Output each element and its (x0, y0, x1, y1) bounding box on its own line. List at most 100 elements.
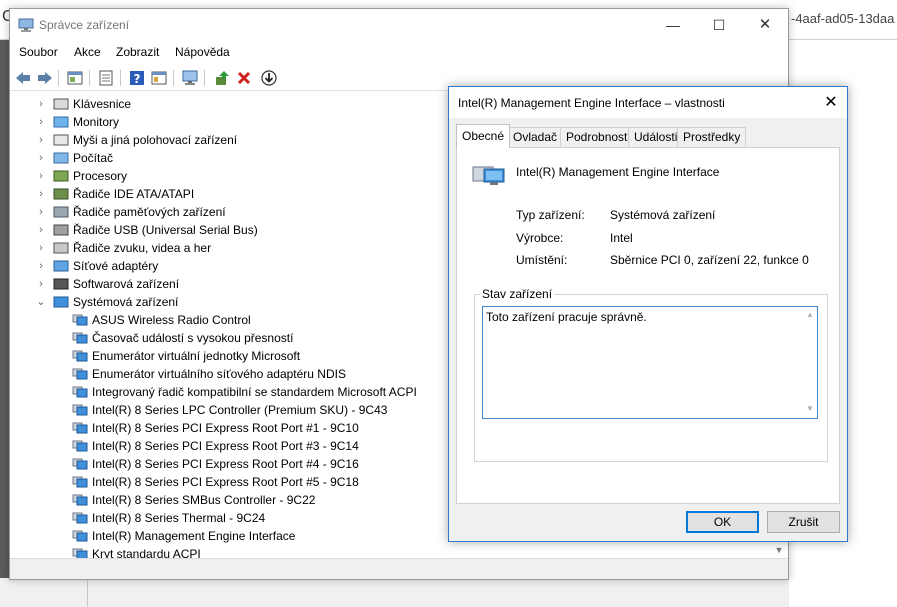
tree-device-label: Intel(R) 8 Series SMBus Controller - 9C2… (92, 493, 316, 507)
tree-category-label: Počítač (73, 151, 114, 165)
update-driver-icon[interactable] (213, 69, 231, 87)
window-titlebar[interactable]: Správce zařízení — ☐ ✕ (10, 9, 788, 41)
maximize-button[interactable]: ☐ (696, 9, 742, 41)
system-device-icon (72, 404, 88, 416)
tree-category-label: Procesory (73, 169, 128, 183)
system-device-icon (72, 458, 88, 470)
background-url-text: -4aaf-ad05-13daa (791, 11, 895, 26)
help-icon[interactable]: ? (128, 69, 146, 87)
menu-napoveda[interactable]: Nápověda (175, 45, 230, 59)
tab-obecne[interactable]: Obecné (456, 124, 511, 148)
tree-device-label: Intel(R) 8 Series Thermal - 9C24 (92, 511, 266, 525)
status-scroll-up-arrow[interactable]: ▲ (804, 310, 816, 320)
chevron-right-icon[interactable]: › (36, 167, 46, 185)
chevron-right-icon[interactable]: › (36, 95, 46, 113)
tree-device-label: Integrovaný řadič kompatibilní se standa… (92, 385, 417, 399)
tree-category-label: Řadiče zvuku, videa a her (73, 241, 212, 255)
chevron-right-icon[interactable]: › (36, 113, 46, 131)
system-device-icon (72, 440, 88, 452)
chevron-right-icon[interactable]: › (36, 203, 46, 221)
network-adapter-icon (53, 260, 69, 272)
cancel-button[interactable]: Zrušit (767, 511, 840, 533)
svg-text:?: ? (134, 72, 141, 86)
chevron-down-icon[interactable]: ⌄ (36, 293, 46, 311)
close-button[interactable]: ✕ (742, 9, 788, 41)
tree-device-label: Enumerátor virtuálního síťového adaptéru… (92, 367, 346, 381)
device-type-value: Systémová zařízení (610, 208, 716, 222)
tab-ovladac[interactable]: Ovladač (507, 127, 564, 147)
tree-category-label: Síťové adaptéry (73, 259, 159, 273)
status-scroll-down-arrow[interactable]: ▼ (804, 404, 816, 414)
device-status-label: Stav zařízení (480, 287, 555, 301)
monitor-icon[interactable] (181, 69, 199, 87)
tab-podrobnosti[interactable]: Podrobnosti (560, 127, 637, 147)
chevron-right-icon[interactable]: › (36, 131, 46, 149)
menu-soubor[interactable]: Soubor (19, 45, 58, 59)
menu-zobrazit[interactable]: Zobrazit (116, 45, 159, 59)
location-label: Umístění: (516, 253, 568, 267)
system-device-icon (53, 296, 69, 308)
properties-window-icon[interactable] (66, 69, 84, 87)
menu-akce[interactable]: Akce (74, 45, 101, 59)
toolbar-separator (120, 70, 121, 86)
chevron-right-icon[interactable]: › (36, 275, 46, 293)
tree-device-label: Intel(R) 8 Series PCI Express Root Port … (92, 439, 359, 453)
chevron-right-icon[interactable]: › (36, 257, 46, 275)
ide-controller-icon (53, 188, 69, 200)
ok-button[interactable]: OK (686, 511, 759, 533)
toolbar-separator (89, 70, 90, 86)
toolbar-separator (204, 70, 205, 86)
processor-icon (53, 170, 69, 182)
device-name: Intel(R) Management Engine Interface (516, 165, 720, 179)
download-arrow-icon[interactable] (260, 69, 278, 87)
dialog-title: Intel(R) Management Engine Interface – v… (458, 96, 725, 110)
tree-category-label: Řadiče paměťových zařízení (73, 205, 226, 219)
tree-device-label: ASUS Wireless Radio Control (92, 313, 251, 327)
system-device-icon (72, 476, 88, 488)
system-device-icon (72, 332, 88, 344)
tree-category-label: Monitory (73, 115, 120, 129)
manufacturer-value: Intel (610, 231, 633, 245)
tree-device-label: Intel(R) 8 Series PCI Express Root Port … (92, 457, 359, 471)
chevron-right-icon[interactable]: › (36, 239, 46, 257)
list-view-icon[interactable] (97, 69, 115, 87)
menu-bar: Soubor Akce Zobrazit Nápověda (10, 41, 788, 63)
device-status-textbox[interactable]: Toto zařízení pracuje správně. ▲ ▼ (482, 306, 818, 419)
system-device-icon (72, 386, 88, 398)
toolbar-separator (173, 70, 174, 86)
system-device-icon (72, 314, 88, 326)
manufacturer-label: Výrobce: (516, 231, 564, 245)
tree-device-label: Intel(R) Management Engine Interface (92, 529, 296, 543)
tree-category-label: Řadiče USB (Universal Serial Bus) (73, 223, 258, 237)
general-tab-panel: Intel(R) Management Engine Interface Typ… (456, 147, 840, 504)
system-device-icon (72, 422, 88, 434)
tree-device-label: Intel(R) 8 Series PCI Express Root Port … (92, 421, 359, 435)
dialog-close-button[interactable]: ✕ (815, 87, 847, 118)
properties-dialog: Intel(R) Management Engine Interface – v… (448, 86, 848, 542)
tree-scroll-down-arrow[interactable]: ▼ (772, 543, 786, 557)
monitor-icon (53, 116, 69, 128)
tab-prostredky[interactable]: Prostředky (677, 127, 747, 147)
details-view-icon[interactable] (150, 69, 168, 87)
computer-icon (53, 152, 69, 164)
status-bar (10, 558, 788, 579)
dialog-titlebar[interactable]: Intel(R) Management Engine Interface – v… (449, 87, 847, 118)
chevron-right-icon[interactable]: › (36, 185, 46, 203)
tree-device-row[interactable]: Kryt standardu ACPI (10, 545, 788, 558)
system-device-icon (72, 512, 88, 524)
tab-udalosti[interactable]: Události (628, 127, 684, 147)
back-arrow-icon[interactable] (14, 69, 32, 87)
tree-category-label: Myši a jiná polohovací zařízení (73, 133, 238, 147)
chevron-right-icon[interactable]: › (36, 221, 46, 239)
forward-arrow-icon[interactable] (36, 69, 54, 87)
minimize-button[interactable]: — (650, 9, 696, 41)
system-device-icon (72, 350, 88, 362)
window-title: Správce zařízení (39, 18, 130, 32)
location-value: Sběrnice PCI 0, zařízení 22, funkce 0 (610, 253, 809, 267)
system-device-icon (72, 548, 88, 558)
device-status-text: Toto zařízení pracuje správně. (486, 310, 647, 324)
device-type-label: Typ zařízení: (516, 208, 585, 222)
chevron-right-icon[interactable]: › (36, 149, 46, 167)
system-device-icon (72, 494, 88, 506)
uninstall-x-icon[interactable] (235, 69, 253, 87)
